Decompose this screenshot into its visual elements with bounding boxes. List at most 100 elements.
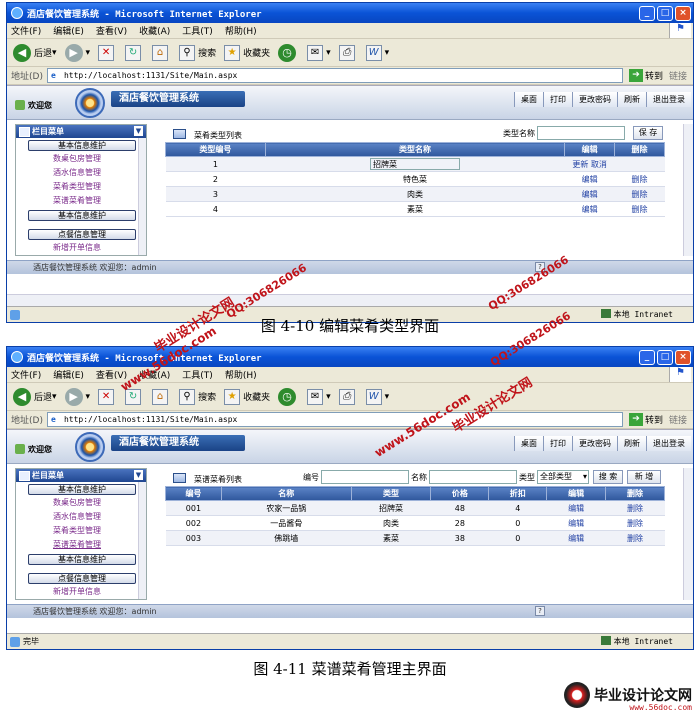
favorites-button[interactable]: ★ 收藏夹 [224, 388, 270, 405]
sidebar-item-dish-types[interactable]: 菜肴类型管理 [16, 524, 138, 538]
forward-button[interactable]: ▶ ▾ [64, 43, 90, 62]
links-button[interactable]: 链接 [669, 69, 687, 82]
nav-change-password[interactable]: 更改密码 [572, 436, 617, 451]
minimize-button[interactable]: _ [639, 5, 655, 21]
history-button[interactable]: ◷ [278, 43, 299, 62]
sidebar-item-dish-types[interactable]: 菜肴类型管理 [16, 180, 138, 194]
print-button[interactable]: ⎙ [338, 388, 358, 405]
horizontal-scrollbar[interactable] [7, 294, 693, 306]
address-input[interactable]: http://localhost:1131/Site/Main.aspx [46, 412, 623, 427]
nav-logout[interactable]: 退出登录 [646, 436, 691, 451]
sidebar-item-drinks[interactable]: 酒水信息管理 [16, 166, 138, 180]
edit-link[interactable]: 编辑 [564, 186, 615, 202]
word-button[interactable]: W ▾ [365, 388, 389, 405]
sidebar-item-rooms[interactable]: 数桌包房管理 [16, 496, 138, 510]
sidebar-group-orders[interactable]: 点餐信息管理 [28, 229, 136, 240]
home-button[interactable]: ⌂ [152, 388, 171, 405]
menu-file[interactable]: 文件(F) [11, 24, 41, 37]
collapse-icon[interactable]: ▼ [134, 470, 143, 480]
sidebar-item-new-order[interactable]: 新增开单信息 [16, 585, 138, 599]
history-button[interactable]: ◷ [278, 387, 299, 406]
collapse-icon[interactable]: ▼ [134, 126, 143, 136]
name-filter-input[interactable] [429, 470, 517, 484]
sidebar-group-basic-2[interactable]: 基本信息维护 [28, 210, 136, 221]
nav-refresh[interactable]: 刷新 [617, 436, 646, 451]
maximize-button[interactable]: □ [657, 5, 673, 21]
menu-edit[interactable]: 编辑(E) [53, 368, 84, 381]
delete-link[interactable]: 删除 [605, 530, 665, 546]
nav-desktop[interactable]: 桌面 [514, 436, 543, 451]
sidebar-item-dishes[interactable]: 菜谱菜肴管理 [16, 538, 138, 552]
edit-link[interactable]: 编辑 [564, 201, 615, 217]
help-icon[interactable]: ? [535, 606, 545, 616]
main-scrollbar[interactable] [683, 468, 693, 600]
delete-link[interactable]: 删除 [614, 201, 665, 217]
links-button[interactable]: 链接 [669, 413, 687, 426]
save-button[interactable]: 保 存 [633, 126, 663, 140]
edit-link[interactable]: 编辑 [546, 530, 606, 546]
nav-print[interactable]: 打印 [543, 436, 572, 451]
id-filter-input[interactable] [321, 470, 409, 484]
word-button[interactable]: W ▾ [365, 44, 389, 61]
sidebar-item-drinks[interactable]: 酒水信息管理 [16, 510, 138, 524]
delete-link[interactable]: 删除 [614, 171, 665, 187]
home-button[interactable]: ⌂ [152, 44, 171, 61]
close-button[interactable]: × [675, 349, 691, 365]
type-filter-select[interactable]: 全部类型 ▾ [537, 470, 589, 484]
sidebar-scrollbar[interactable] [138, 482, 146, 599]
forward-button[interactable]: ▶ ▾ [64, 387, 90, 406]
sidebar-item-new-order[interactable]: 新增开单信息 [16, 241, 138, 255]
stop-button[interactable]: ✕ [98, 388, 117, 405]
back-button[interactable]: ◀ 后退 ▾ [13, 43, 57, 62]
mail-button[interactable]: ✉ ▾ [307, 388, 331, 405]
sidebar-item-rooms[interactable]: 数桌包房管理 [16, 152, 138, 166]
search-button[interactable]: ⚲ 搜索 [179, 44, 216, 61]
delete-link[interactable]: 删除 [605, 500, 665, 516]
search-button[interactable]: ⚲ 搜索 [179, 388, 216, 405]
nav-desktop[interactable]: 桌面 [514, 92, 543, 107]
delete-link[interactable]: 删除 [605, 515, 665, 531]
sidebar-item-dishes[interactable]: 菜谱菜肴管理 [16, 194, 138, 208]
nav-change-password[interactable]: 更改密码 [572, 92, 617, 107]
main-scrollbar[interactable] [683, 124, 693, 256]
menu-tools[interactable]: 工具(T) [182, 368, 213, 381]
sidebar-group-basic-2[interactable]: 基本信息维护 [28, 554, 136, 565]
search-button[interactable]: 搜 索 [593, 470, 623, 484]
maximize-button[interactable]: □ [657, 349, 673, 365]
refresh-button[interactable]: ↻ [125, 44, 144, 61]
sidebar-group-basic[interactable]: 基本信息维护 [28, 140, 136, 151]
type-name-edit-input[interactable]: 招牌菜 [369, 158, 460, 170]
favorites-button[interactable]: ★ 收藏夹 [224, 44, 270, 61]
menu-help[interactable]: 帮助(H) [225, 24, 257, 37]
cancel-link[interactable]: 取消 [591, 160, 607, 169]
delete-link[interactable]: 删除 [614, 186, 665, 202]
go-button[interactable]: ➔ 转到 [628, 413, 663, 426]
menu-file[interactable]: 文件(F) [11, 368, 41, 381]
sidebar-scrollbar[interactable] [138, 138, 146, 255]
menu-view[interactable]: 查看(V) [96, 24, 127, 37]
address-input[interactable]: http://localhost:1131/Site/Main.aspx [46, 68, 623, 83]
menu-favorites[interactable]: 收藏(A) [139, 24, 170, 37]
add-button[interactable]: 新 增 [627, 470, 661, 484]
edit-link[interactable]: 编辑 [564, 171, 615, 187]
sidebar-group-orders[interactable]: 点餐信息管理 [28, 573, 136, 584]
mail-button[interactable]: ✉ ▾ [307, 44, 331, 61]
menu-tools[interactable]: 工具(T) [182, 24, 213, 37]
nav-refresh[interactable]: 刷新 [617, 92, 646, 107]
go-button[interactable]: ➔ 转到 [628, 69, 663, 82]
sidebar-group-basic[interactable]: 基本信息维护 [28, 484, 136, 495]
nav-logout[interactable]: 退出登录 [646, 92, 691, 107]
update-link[interactable]: 更新 [572, 160, 588, 169]
menu-edit[interactable]: 编辑(E) [53, 24, 84, 37]
print-button[interactable]: ⎙ [338, 44, 358, 61]
stop-button[interactable]: ✕ [98, 44, 117, 61]
back-button[interactable]: ◀ 后退 ▾ [13, 387, 57, 406]
minimize-button[interactable]: _ [639, 349, 655, 365]
edit-link[interactable]: 编辑 [546, 515, 606, 531]
nav-print[interactable]: 打印 [543, 92, 572, 107]
page-blank-area [7, 274, 693, 294]
type-name-input[interactable] [537, 126, 625, 140]
close-button[interactable]: × [675, 5, 691, 21]
edit-link[interactable]: 编辑 [546, 500, 606, 516]
menu-help[interactable]: 帮助(H) [225, 368, 257, 381]
